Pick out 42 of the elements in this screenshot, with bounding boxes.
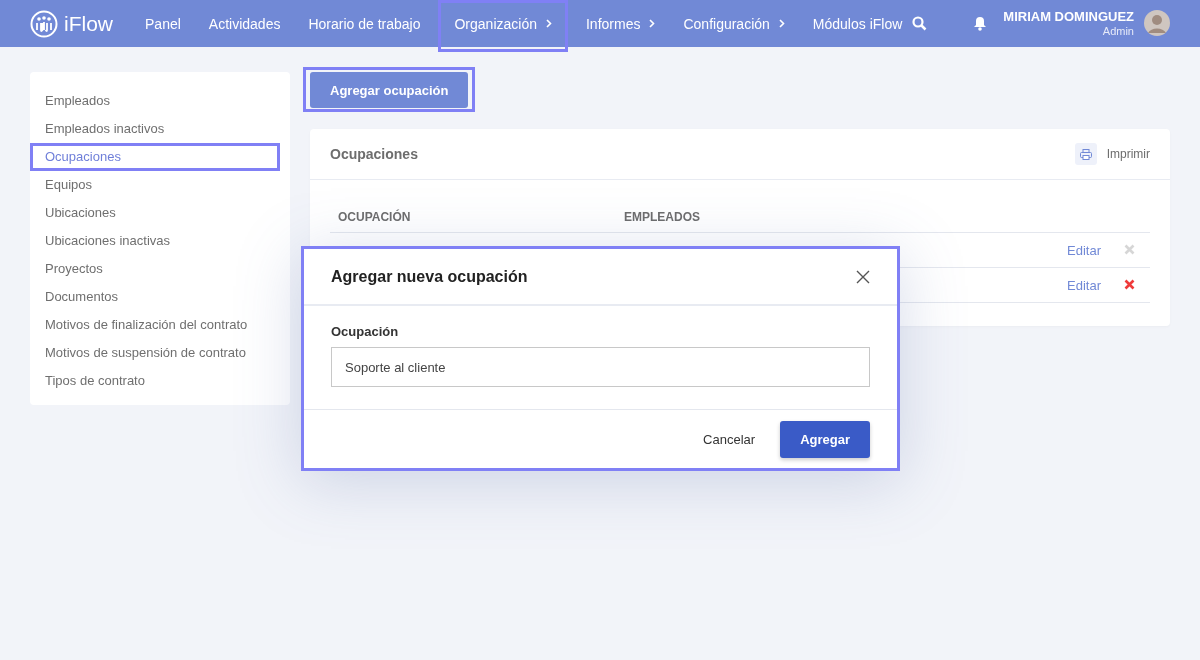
chevron-icon <box>546 19 552 28</box>
chevron-icon <box>778 19 785 28</box>
nav-item[interactable]: Actividades <box>198 0 291 47</box>
sidebar-item[interactable]: Ubicaciones inactivas <box>30 227 290 255</box>
field-label: Ocupación <box>331 324 400 339</box>
card-title: Ocupaciones <box>330 146 418 162</box>
edit-link[interactable]: Editar <box>1067 242 1101 258</box>
nav-item[interactable]: Configuración <box>673 0 795 47</box>
add-button[interactable]: Agregar ocupación <box>310 72 469 108</box>
avatar[interactable] <box>1144 10 1170 37</box>
print-icon[interactable] <box>1074 143 1097 165</box>
logo-text: iFlow <box>64 11 113 36</box>
sidebar-item[interactable]: Motivos de finalización del contrato <box>30 311 290 339</box>
sidebar-item[interactable]: Empleados inactivos <box>30 115 290 143</box>
sidebar-item[interactable]: Proyectos <box>30 255 290 283</box>
sidebar-item[interactable]: Empleados <box>30 87 290 115</box>
dialog-title: Agregar nueva ocupación <box>331 267 528 286</box>
sidebar-item[interactable]: Documentos <box>30 283 290 311</box>
nav-item[interactable]: Módulos iFlow <box>802 0 913 47</box>
cancel-button[interactable]: Cancelar <box>703 423 756 455</box>
column-header: OCUPACIÓN <box>330 202 616 233</box>
nav-item[interactable]: Informes <box>576 0 666 47</box>
column-header: EMPLEADOS <box>616 202 1033 233</box>
nav-item[interactable]: Panel <box>135 0 191 47</box>
logo-icon <box>30 9 58 38</box>
user-name: MIRIAM DOMINGUEZ <box>1003 10 1134 25</box>
sidebar-item[interactable]: Motivos de suspensión de contrato <box>30 339 290 367</box>
submit-button[interactable]: Agregar <box>780 420 870 458</box>
chevron-icon <box>649 19 656 28</box>
user-role: Admin <box>1101 24 1134 37</box>
nav-item[interactable]: Horario de trabajo <box>298 0 431 47</box>
search-icon[interactable] <box>912 16 928 31</box>
sidebar-item[interactable]: Ocupaciones <box>30 143 280 171</box>
nav-item[interactable]: Organización <box>438 0 568 52</box>
delete-icon[interactable] <box>1124 278 1135 290</box>
print-link[interactable]: Imprimir <box>1106 147 1150 161</box>
occupation-field[interactable]: Soporte al cliente <box>331 347 870 387</box>
bell-icon[interactable] <box>973 16 988 31</box>
sidebar-item[interactable]: Tipos de contrato <box>30 367 290 395</box>
sidebar-item[interactable]: Ubicaciones <box>30 199 290 227</box>
edit-link[interactable]: Editar <box>1067 277 1101 293</box>
sidebar-item[interactable]: Equipos <box>30 171 290 199</box>
